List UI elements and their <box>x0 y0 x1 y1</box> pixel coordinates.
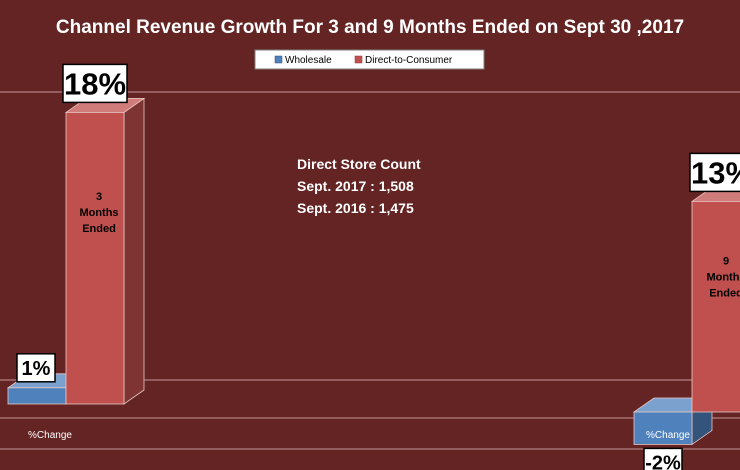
chart1-direct-to-consumer-bar <box>65 112 125 405</box>
annotation-line-3: Sept. 2016 : 1,475 <box>297 200 414 216</box>
chart2-category-label: %Change <box>646 430 690 441</box>
annotation-line-2: Sept. 2017 : 1,508 <box>297 178 414 194</box>
bar-marks <box>6 97 740 446</box>
chart1-direct-to-consumer-bar-text-2: Ended <box>82 223 116 235</box>
legend-swatch-direct-to-consumer <box>354 55 363 64</box>
chart2-direct-to-consumer-bar-text-0: 9 <box>723 256 729 268</box>
chart1-direct-to-consumer-data-label: 18% <box>64 67 126 102</box>
chart2-direct-to-consumer-bar-text-2: Ended <box>709 288 740 300</box>
chart1-direct-to-consumer-bar-text-0: 3 <box>96 191 102 203</box>
revenue-growth-chart: 3 Months Ended 9 Months Ended %Change %Change 1… <box>0 17 740 470</box>
chart2-wholesale-data-label: -2% <box>645 453 681 470</box>
chart1-wholesale-bar <box>7 387 67 405</box>
legend-label-direct-to-consumer: Direct-to-Consumer <box>365 55 453 66</box>
category-labels: %Change %Change <box>28 430 690 441</box>
chart2-direct-to-consumer-bar-text-1: Months <box>706 272 740 284</box>
chart1-direct-to-consumer-bar-side <box>123 97 145 405</box>
chart-title: Channel Revenue Growth For 3 and 9 Month… <box>56 17 684 38</box>
chart-canvas: 3 Months Ended 9 Months Ended %Change %Change 1… <box>0 0 740 470</box>
legend-swatch-wholesale <box>274 55 283 64</box>
chart2-direct-to-consumer-bar <box>691 200 740 413</box>
chart1-wholesale-data-label: 1% <box>22 358 51 380</box>
store-count-annotation: Direct Store Count Sept. 2017 : 1,508 Se… <box>297 156 421 216</box>
legend-label-wholesale: Wholesale <box>285 55 332 66</box>
chart2-direct-to-consumer-data-label: 13% <box>691 156 740 191</box>
legend: Wholesale Direct-to-Consumer <box>254 49 485 70</box>
chart1-category-label: %Change <box>28 430 72 441</box>
annotation-line-1: Direct Store Count <box>297 156 421 172</box>
chart1-direct-to-consumer-bar-text-1: Months <box>79 207 118 219</box>
